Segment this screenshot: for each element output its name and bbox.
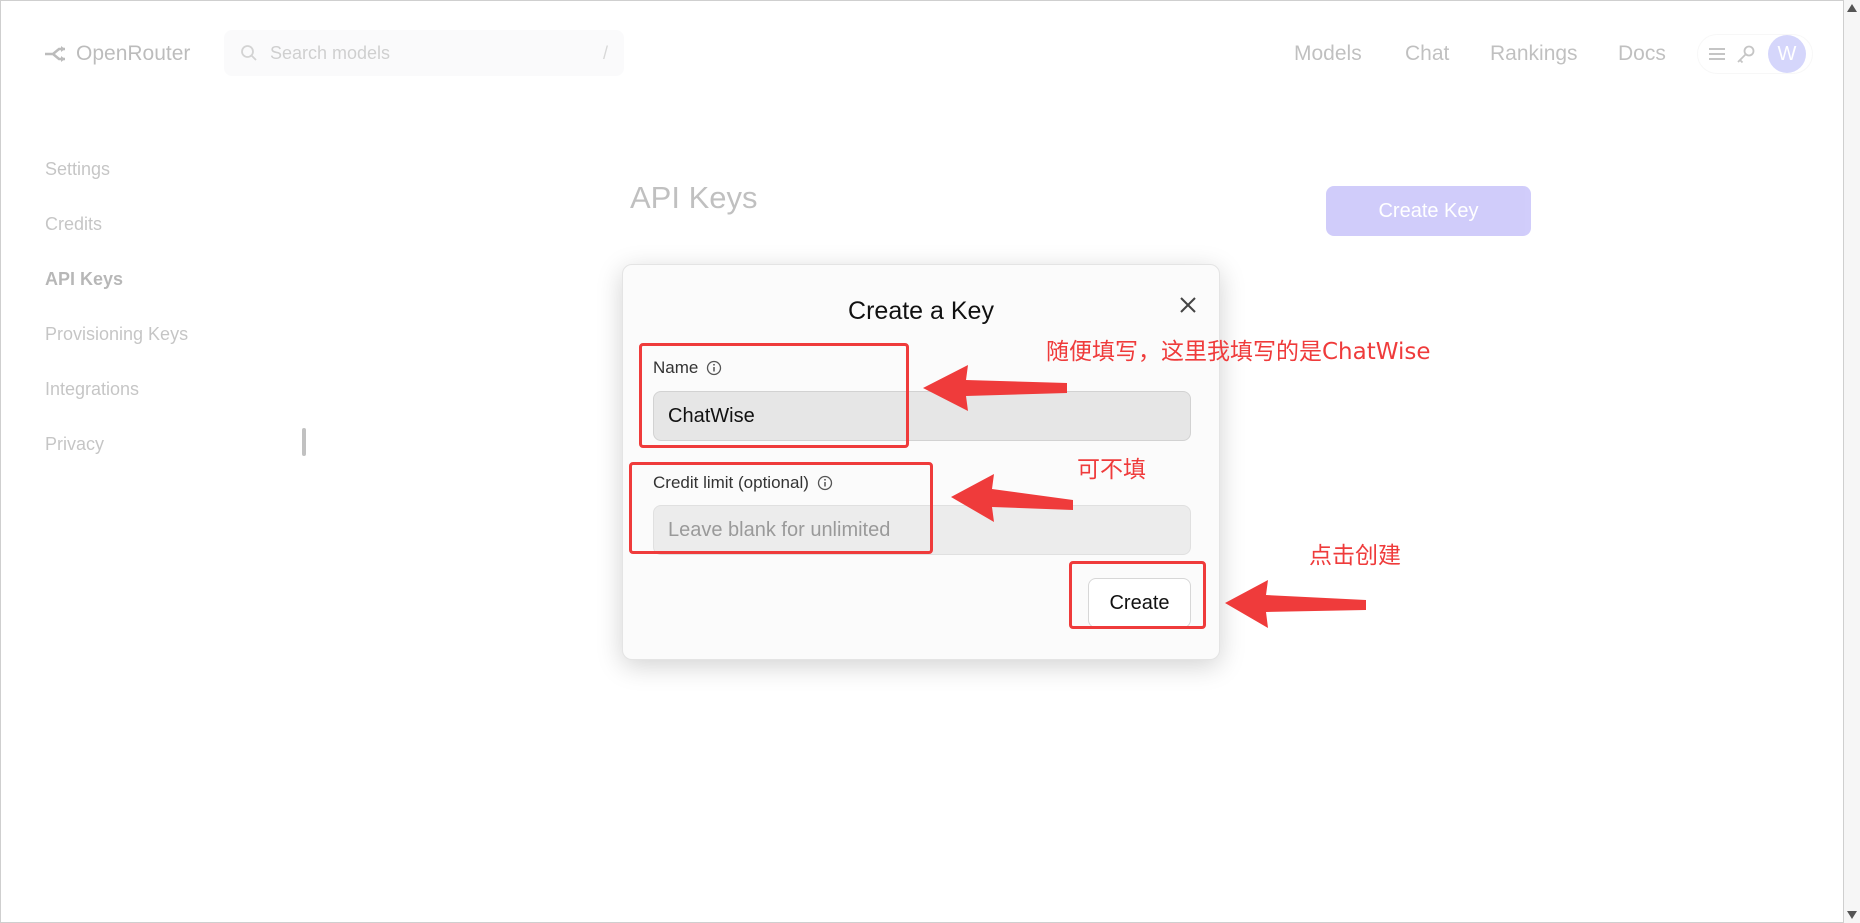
annotation-arrows	[923, 365, 1366, 628]
arrow-to-create	[1225, 580, 1366, 628]
scroll-up-arrow-icon[interactable]	[1847, 4, 1857, 12]
annotation-create-note: 点击创建	[1309, 543, 1401, 569]
arrow-to-name	[923, 365, 1067, 411]
scroll-down-arrow-icon[interactable]	[1847, 911, 1857, 919]
vertical-scrollbar[interactable]	[1844, 0, 1860, 923]
arrow-to-credit-limit	[951, 474, 1073, 522]
annotation-limit-note: 可不填	[1077, 457, 1146, 483]
annotation-name-note: 随便填写，这里我填写的是ChatWise	[1046, 339, 1431, 365]
